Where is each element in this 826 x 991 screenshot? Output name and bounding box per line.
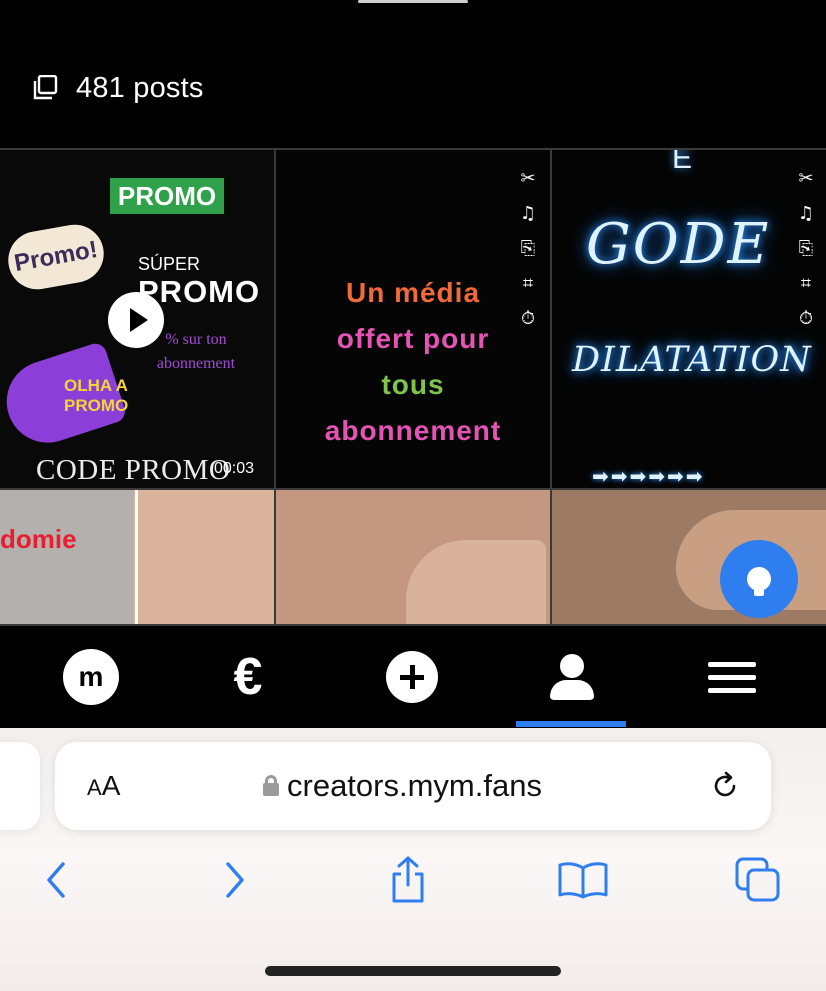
- olha-line-1: OLHA A: [64, 376, 128, 395]
- share-icon: [392, 856, 424, 903]
- posts-count-row: 481 posts: [32, 70, 204, 106]
- music-icon[interactable]: ♫: [520, 203, 536, 224]
- tab-profile[interactable]: [516, 626, 626, 728]
- video-duration: 00:03: [214, 460, 255, 477]
- media-offer-line-4: abonnement: [324, 415, 502, 446]
- book-icon: [558, 862, 608, 899]
- code-promo-text: CODE PROMO: [36, 454, 231, 486]
- photo-left-part: [0, 490, 134, 624]
- posts-count: 481 posts: [76, 71, 204, 104]
- promo-badge: PROMO: [110, 178, 224, 214]
- promo-cloud-sticker: Promo!: [3, 220, 109, 294]
- top-tab-indicator: [358, 0, 468, 3]
- media-offer-line-3: tous: [381, 369, 445, 400]
- media-offer-line-2: offert pour: [336, 323, 490, 354]
- address-bar[interactable]: AA creators.mym.fans: [55, 742, 771, 830]
- tab-menu[interactable]: [677, 626, 787, 728]
- posts-icon: [33, 75, 58, 100]
- tab-home[interactable]: m: [36, 626, 146, 728]
- posts-grid: PROMO Promo! SÚPER PROMO % sur ton abonn…: [0, 148, 826, 626]
- edit-tools: ✂ ♫ ⎘ ⌗ ⏱: [518, 168, 538, 329]
- euro-icon: €: [233, 648, 263, 706]
- bottom-tab-bar: m €: [0, 626, 826, 728]
- neon-gode-text: GODE: [586, 212, 771, 277]
- tab-create-post[interactable]: [357, 626, 467, 728]
- olha-line-2: PROMO: [64, 396, 129, 415]
- lock-icon: [263, 775, 279, 796]
- crop-icon[interactable]: ⌗: [523, 273, 533, 294]
- tabs-button[interactable]: [728, 850, 788, 910]
- reload-icon[interactable]: [709, 770, 741, 802]
- music-icon[interactable]: ♫: [798, 203, 814, 224]
- post-tile-promo-video[interactable]: PROMO Promo! SÚPER PROMO % sur ton abonn…: [0, 150, 274, 488]
- paperclip-icon[interactable]: ⎘: [521, 238, 535, 259]
- previous-tab-pill[interactable]: [0, 742, 40, 830]
- browser-toolbar: [0, 850, 826, 910]
- media-offer-line-1: Un média: [345, 277, 481, 308]
- forward-button[interactable]: [205, 850, 265, 910]
- photo-red-text: domie: [0, 524, 77, 554]
- home-indicator[interactable]: [265, 966, 561, 976]
- paperclip-icon[interactable]: ⎘: [799, 238, 813, 259]
- neon-top-text: E: [672, 150, 693, 175]
- play-icon[interactable]: [108, 292, 164, 348]
- neon-dilatation-text: DILATATION: [572, 340, 812, 380]
- post-tile-media-offer[interactable]: Un média offert pour tous abonnement ✂ ♫…: [276, 150, 550, 488]
- photo-divider: [135, 490, 138, 624]
- super-label: SÚPER: [138, 254, 201, 274]
- active-tab-indicator: [516, 721, 626, 727]
- chevron-left-icon: [47, 862, 65, 898]
- photo-shape: [406, 540, 546, 624]
- person-icon: [548, 654, 594, 700]
- timer-icon[interactable]: ⏱: [799, 308, 813, 329]
- post-tile-photo-1[interactable]: domie: [0, 490, 274, 624]
- bookmarks-button[interactable]: [553, 850, 613, 910]
- mym-logo-icon: m: [63, 649, 119, 705]
- back-button[interactable]: [26, 850, 86, 910]
- text-size-big-a: A: [101, 770, 121, 801]
- tips-lightbulb-button[interactable]: [720, 540, 798, 618]
- hamburger-menu-icon: [708, 661, 756, 693]
- crop-icon[interactable]: ⌗: [801, 273, 811, 294]
- browser-chrome: AA creators.mym.fans: [0, 728, 826, 991]
- scissors-icon[interactable]: ✂: [798, 168, 813, 189]
- lightbulb-icon: [747, 567, 771, 596]
- plus-circle-icon: [386, 651, 438, 703]
- share-button[interactable]: [378, 850, 438, 910]
- neon-arrows: ➡➡➡➡➡➡: [592, 466, 705, 488]
- post-tile-photo-2[interactable]: [276, 490, 550, 624]
- chevron-right-icon: [226, 862, 244, 898]
- profile-header: 481 posts: [0, 0, 826, 148]
- text-size-button[interactable]: AA: [87, 770, 120, 802]
- olha-label: OLHA A PROMO: [64, 376, 128, 416]
- url-text[interactable]: creators.mym.fans: [287, 768, 542, 804]
- scissors-icon[interactable]: ✂: [520, 168, 535, 189]
- tab-earnings[interactable]: €: [193, 626, 303, 728]
- media-offer-text: Un média offert pour tous abonnement: [284, 270, 542, 454]
- tabs-icon: [735, 857, 780, 902]
- edit-tools: ✂ ♫ ⎘ ⌗ ⏱: [796, 168, 816, 329]
- post-tile-gode[interactable]: E GODE DILATATION ➡➡➡➡➡➡ ✂ ♫ ⎘ ⌗ ⏱: [552, 150, 826, 488]
- text-size-small-a: A: [87, 775, 102, 800]
- timer-icon[interactable]: ⏱: [521, 308, 535, 329]
